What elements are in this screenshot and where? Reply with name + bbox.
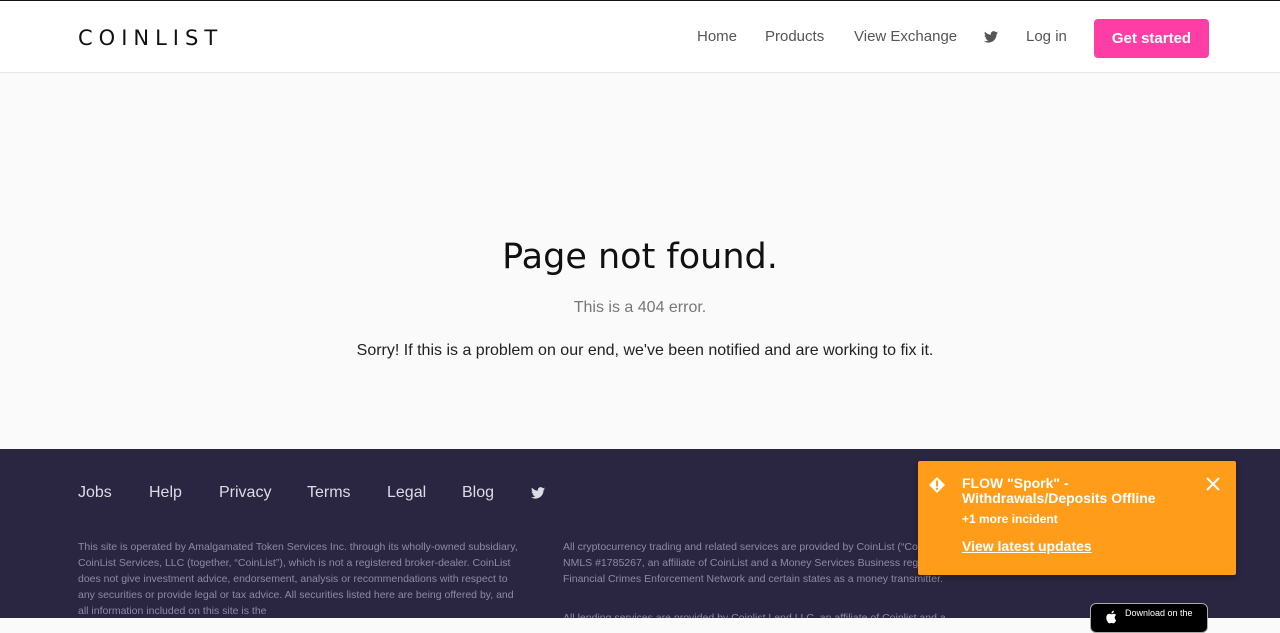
page-title: Page not found. — [502, 237, 778, 277]
coinlist-logo[interactable]: COINLIST — [78, 26, 223, 50]
nav-view-exchange[interactable]: View Exchange — [854, 28, 957, 45]
login-link[interactable]: Log in — [1026, 28, 1067, 45]
footer-link-legal[interactable]: Legal — [387, 484, 426, 502]
toast-title: FLOW "Spork" - Withdrawals/Deposits Offl… — [962, 475, 1156, 506]
app-store-label: Download on the — [1125, 608, 1193, 618]
legal-text-left: This site is operated by Amalgamated Tok… — [78, 541, 518, 617]
footer-link-blog[interactable]: Blog — [462, 484, 494, 502]
footer-link-terms[interactable]: Terms — [307, 484, 351, 502]
nav-products[interactable]: Products — [765, 28, 824, 45]
footer-link-help[interactable]: Help — [149, 484, 182, 502]
close-icon[interactable] — [1206, 477, 1220, 491]
site-header: COINLIST Home Products View Exchange Log… — [0, 0, 1280, 73]
error-subtitle: This is a 404 error. — [573, 299, 707, 316]
view-latest-updates-link[interactable]: View latest updates — [962, 538, 1092, 554]
error-message: Sorry! If this is a problem on our end, … — [356, 342, 934, 359]
twitter-icon[interactable] — [984, 31, 998, 43]
warning-icon — [929, 477, 945, 493]
footer-link-jobs[interactable]: Jobs — [78, 484, 112, 502]
toast-more-incidents: +1 more incident — [962, 512, 1058, 526]
footer-twitter-icon[interactable] — [531, 487, 545, 499]
app-store-badge[interactable]: Download on the — [1090, 603, 1208, 633]
incident-toast: FLOW "Spork" - Withdrawals/Deposits Offl… — [918, 461, 1236, 575]
legal-text-right-2: All lending services are provided by Coi… — [563, 612, 946, 618]
apple-icon — [1106, 610, 1117, 624]
main-content: Page not found. This is a 404 error. Sor… — [0, 73, 1280, 449]
footer-link-privacy[interactable]: Privacy — [219, 484, 271, 502]
get-started-button[interactable]: Get started — [1094, 19, 1209, 58]
nav-home[interactable]: Home — [697, 28, 737, 45]
